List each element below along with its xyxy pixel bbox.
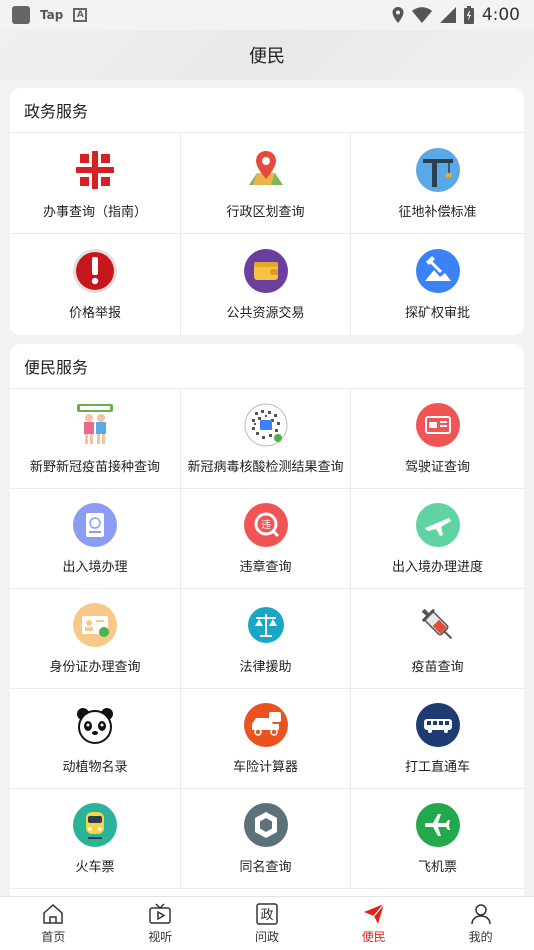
driver-license-item[interactable]: 驾驶证查询 (351, 389, 524, 489)
page-title: 便民 (249, 46, 285, 67)
item-label: 打工直通车 (404, 760, 470, 775)
alert-icon (73, 249, 117, 293)
item-label: 违章查询 (239, 560, 292, 575)
service-guide-item[interactable]: 办事查询（指南） (10, 133, 181, 234)
clock: 4:00 (481, 5, 520, 25)
item-label: 出入境办理 (62, 560, 128, 575)
tab-label: 首页 (41, 930, 66, 944)
location-icon (392, 7, 404, 23)
item-label: 法律援助 (239, 660, 292, 675)
item-label: 驾驶证查询 (404, 460, 470, 475)
train-ticket-item[interactable]: 火车票 (10, 789, 181, 889)
item-label: 动植物名录 (62, 760, 128, 775)
section-title: 政务服务 (10, 88, 524, 133)
item-label: 飞机票 (417, 860, 457, 875)
item-label: 公共资源交易 (226, 306, 305, 321)
item-label: 办事查询（指南） (42, 204, 147, 220)
service-guide-icon (76, 150, 114, 189)
item-label: 疫苗查询 (411, 660, 464, 675)
exit-entry-progress-item[interactable]: 出入境办理进度 (351, 489, 524, 589)
bottom-tab-bar: 首页 视听 政 问政 便民 我的 (0, 896, 534, 950)
train-icon (73, 803, 117, 847)
battery-icon (463, 6, 474, 24)
plane-progress-icon (415, 503, 460, 547)
car-insurance-icon (243, 703, 288, 747)
same-name-item[interactable]: 同名查询 (181, 789, 351, 889)
violation-icon: 违 (243, 503, 288, 547)
id-card-icon (73, 603, 117, 647)
svg-text:违: 违 (261, 519, 271, 531)
item-label: 行政区划查询 (226, 204, 305, 220)
legal-aid-item[interactable]: 法律援助 (181, 589, 351, 689)
job-express-item[interactable]: 打工直通车 (351, 689, 524, 789)
item-label: 车险计算器 (232, 760, 298, 775)
qr-code-icon (244, 403, 287, 447)
svg-text:政: 政 (260, 908, 273, 923)
mining-icon (415, 249, 460, 293)
status-bar: Tap A 4:00 (0, 0, 534, 30)
people-services-card: 便民服务 新野新冠疫苗接种查询 新冠病毒核酸检测结果查询 驾驶证查询 出入境办理… (10, 344, 524, 904)
mining-approval-item[interactable]: 探矿权审批 (351, 234, 524, 335)
tab-mine[interactable]: 我的 (427, 897, 534, 950)
admin-division-item[interactable]: 行政区划查询 (181, 133, 351, 234)
bus-icon (415, 703, 460, 747)
section-title: 便民服务 (10, 344, 524, 389)
page-header: 便民 (0, 30, 534, 80)
airplane-icon (415, 803, 460, 847)
item-label: 征地补偿标准 (398, 204, 477, 220)
tab-video[interactable]: 视听 (107, 897, 214, 950)
same-name-icon (243, 803, 288, 847)
car-insurance-item[interactable]: 车险计算器 (181, 689, 351, 789)
tab-label: 便民 (361, 930, 386, 944)
tab-home[interactable]: 首页 (0, 897, 107, 950)
zheng-icon: 政 (256, 903, 278, 925)
status-app-label: Tap (40, 8, 64, 22)
driver-license-icon (415, 403, 460, 447)
tab-label: 问政 (254, 930, 279, 944)
vaccine-check-item[interactable]: 新野新冠疫苗接种查询 (10, 389, 181, 489)
public-resource-item[interactable]: 公共资源交易 (181, 234, 351, 335)
gov-services-card: 政务服务 办事查询（指南） 行政区划查询 征地补偿标准 价格举报 公共资源交易 … (10, 88, 524, 335)
item-label: 身份证办理查询 (49, 660, 141, 675)
air-ticket-item[interactable]: 飞机票 (351, 789, 524, 889)
tab-politics[interactable]: 政 问政 (214, 897, 321, 950)
paper-plane-icon (363, 903, 385, 924)
notification-icon (12, 6, 30, 24)
tab-label: 视听 (148, 930, 173, 944)
item-label: 同名查询 (239, 860, 292, 875)
crane-icon (415, 147, 460, 192)
a-notification-icon: A (73, 8, 88, 22)
item-label: 新野新冠疫苗接种查询 (29, 460, 160, 475)
item-label: 新冠病毒核酸检测结果查询 (187, 460, 344, 475)
panda-icon (77, 708, 113, 744)
vaccine-query-item[interactable]: 疫苗查询 (351, 589, 524, 689)
wifi-icon (411, 7, 432, 23)
scales-icon (247, 607, 284, 643)
map-pin-icon (248, 150, 283, 185)
flora-fauna-item[interactable]: 动植物名录 (10, 689, 181, 789)
tab-convenience[interactable]: 便民 (320, 897, 427, 950)
tab-label: 我的 (468, 930, 493, 944)
tv-icon (149, 903, 171, 924)
signal-icon (439, 7, 456, 23)
item-label: 火车票 (75, 860, 115, 875)
passport-icon (73, 503, 117, 547)
price-report-item[interactable]: 价格举报 (10, 234, 181, 335)
exit-entry-item[interactable]: 出入境办理 (10, 489, 181, 589)
id-card-item[interactable]: 身份证办理查询 (10, 589, 181, 689)
item-label: 探矿权审批 (404, 306, 470, 321)
violation-item[interactable]: 违 违章查询 (181, 489, 351, 589)
item-label: 价格举报 (68, 306, 121, 321)
wallet-icon (243, 249, 288, 293)
item-label: 出入境办理进度 (391, 560, 483, 575)
home-icon (43, 903, 64, 924)
nucleic-test-item[interactable]: 新冠病毒核酸检测结果查询 (181, 389, 351, 489)
syringe-icon (421, 608, 452, 640)
user-icon (470, 904, 491, 925)
vaccination-people-icon (77, 404, 113, 444)
land-compensation-item[interactable]: 征地补偿标准 (351, 133, 524, 234)
